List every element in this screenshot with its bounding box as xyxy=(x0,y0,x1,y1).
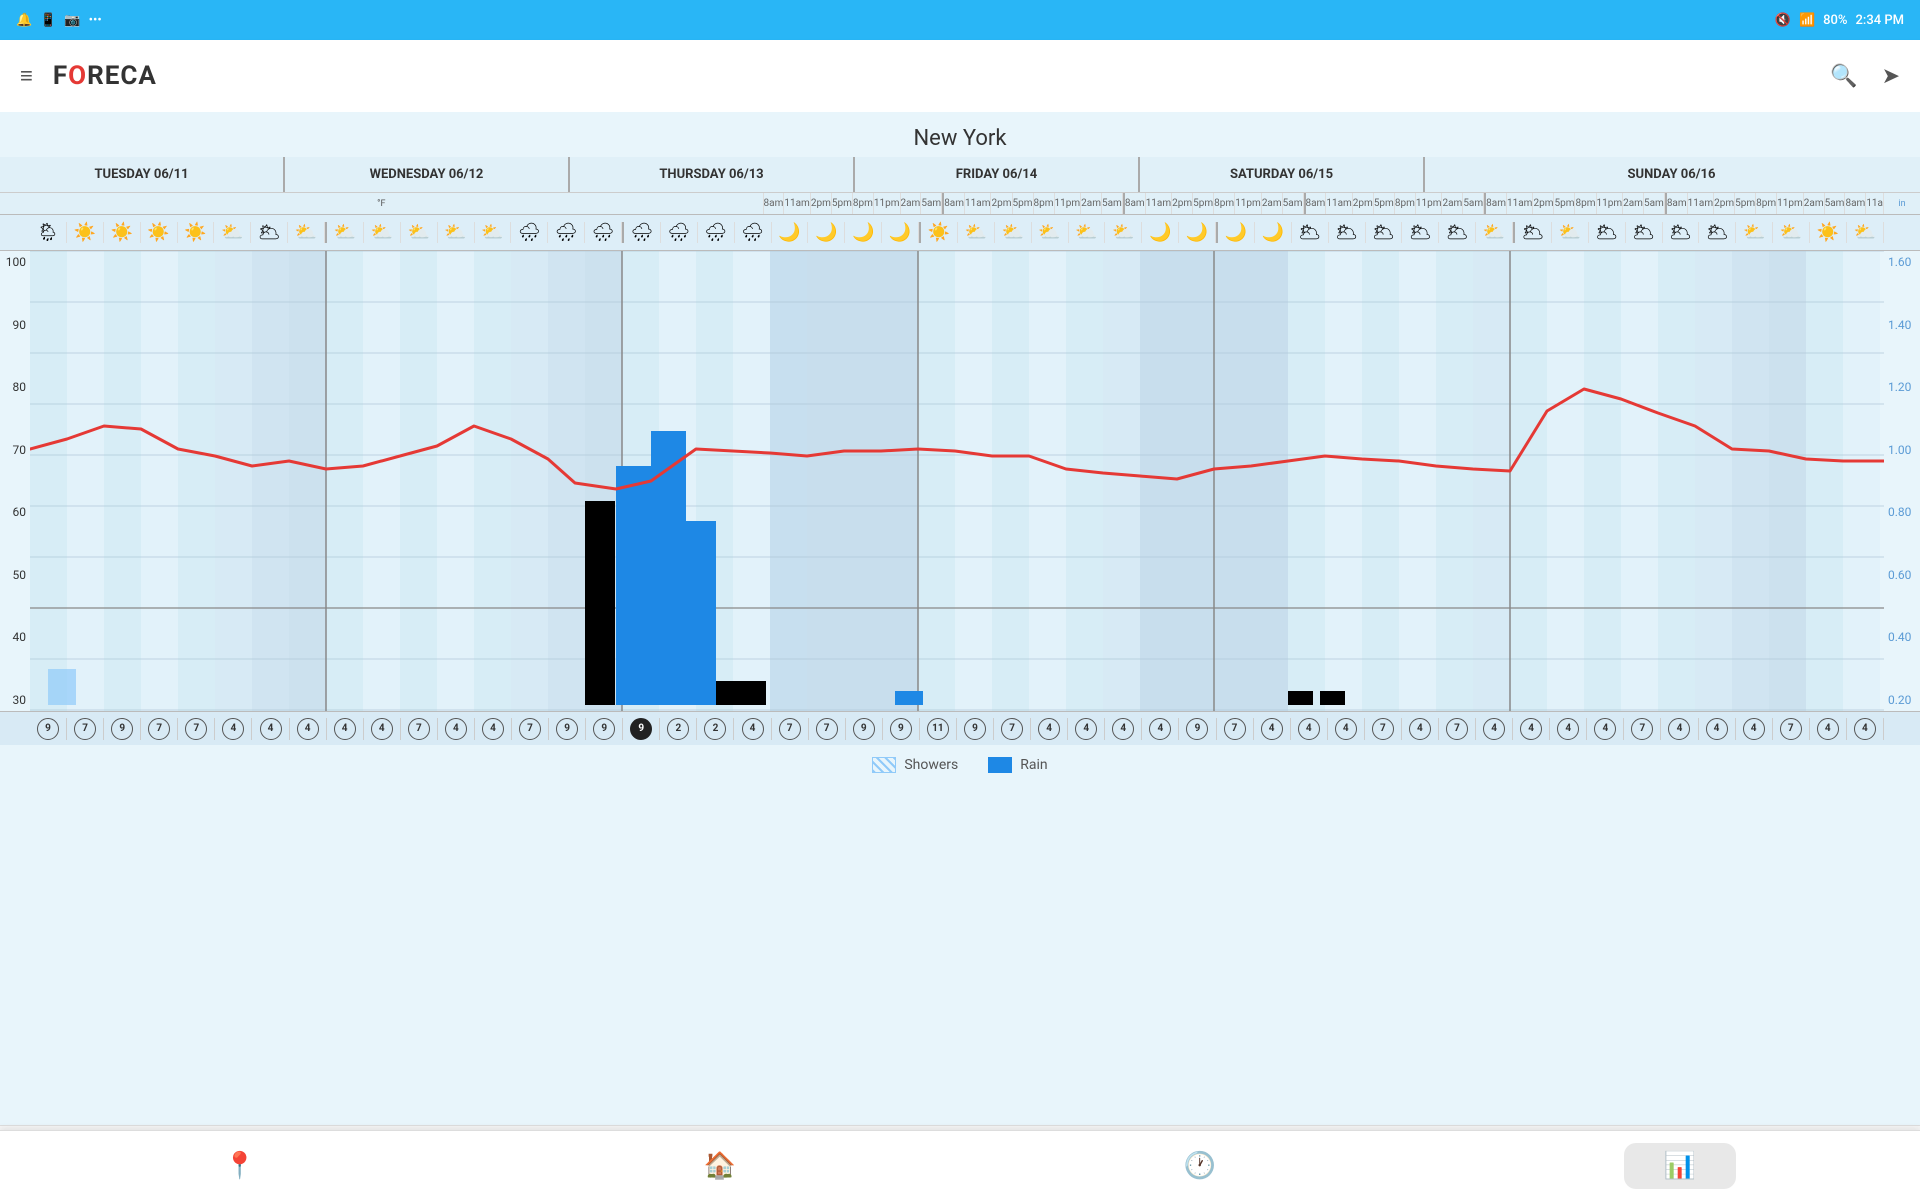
rain-label: Rain xyxy=(1020,757,1047,773)
mute-icon: 🔇 xyxy=(1775,13,1791,28)
day-tuesday: TUESDAY 06/11 xyxy=(0,157,285,192)
screen-icon: 📱 xyxy=(40,13,56,28)
rain-icon xyxy=(988,757,1012,773)
nav-home[interactable]: 🏠 xyxy=(664,1143,776,1189)
y-axis-right: 1.60 1.40 1.20 1.00 0.80 0.60 0.40 0.20 xyxy=(1884,251,1920,711)
nav-bar-right: 🔍 ➤ xyxy=(1830,64,1900,89)
camera-icon: 📷 xyxy=(64,13,80,28)
location-icon: 📍 xyxy=(224,1151,256,1181)
chart-icon: 📊 xyxy=(1664,1151,1696,1181)
nav-chart[interactable]: 📊 xyxy=(1624,1143,1736,1189)
showers-icon xyxy=(872,757,896,773)
status-bar-right: 🔇 📶 80% 2:34 PM xyxy=(1775,13,1904,28)
more-icon: ••• xyxy=(89,13,102,28)
app-logo: FORECA xyxy=(53,61,157,91)
nav-location[interactable]: 📍 xyxy=(184,1143,296,1189)
y-axis-left: 100 90 80 70 60 50 40 30 xyxy=(0,251,30,711)
showers-label: Showers xyxy=(904,757,958,773)
day-sunday: SUNDAY 06/16 xyxy=(1425,157,1918,192)
location-arrow-icon[interactable]: ➤ xyxy=(1882,64,1900,89)
menu-icon[interactable]: ≡ xyxy=(20,63,33,89)
numbers-row: 9 7 9 7 7 4 4 4 4 4 7 4 4 7 9 9 9 xyxy=(0,711,1920,745)
status-bar: 🔔 📱 📷 ••• 🔇 📶 80% 2:34 PM xyxy=(0,0,1920,40)
status-bar-left: 🔔 📱 📷 ••• xyxy=(16,13,102,28)
icons-row: 🌦☀️☀️☀️☀️⛅🌥⛅ ⛅⛅⛅⛅⛅🌧🌧🌧 🌧🌧🌧🌧🌙🌙🌙🌙 ☀️⛅⛅⛅⛅⛅🌙🌙… xyxy=(0,215,1920,251)
home-icon: 🏠 xyxy=(704,1151,736,1181)
chart-wrapper[interactable]: TUESDAY 06/11 WEDNESDAY 06/12 THURSDAY 0… xyxy=(0,157,1920,1125)
time-label: 2:34 PM xyxy=(1856,13,1905,28)
legend-rain: Rain xyxy=(988,757,1047,773)
history-icon: 🕐 xyxy=(1184,1151,1216,1181)
graph-section: 100 90 80 70 60 50 40 30 xyxy=(0,251,1920,711)
chart-area xyxy=(30,251,1884,711)
time-row: °F 8am11am2pm5pm8pm11pm2am5am 8am11am2pm… xyxy=(0,193,1920,215)
day-saturday: SATURDAY 06/15 xyxy=(1140,157,1425,192)
nav-bar: ≡ FORECA 🔍 ➤ xyxy=(0,40,1920,112)
search-icon[interactable]: 🔍 xyxy=(1830,64,1857,89)
day-headers: TUESDAY 06/11 WEDNESDAY 06/12 THURSDAY 0… xyxy=(0,157,1920,193)
legend: Showers Rain xyxy=(0,745,1920,785)
day-friday: FRIDAY 06/14 xyxy=(855,157,1140,192)
main-content: New York TUESDAY 06/11 WEDNESDAY 06/12 T… xyxy=(0,112,1920,1130)
legend-showers: Showers xyxy=(872,757,958,773)
nav-history[interactable]: 🕐 xyxy=(1144,1143,1256,1189)
city-title: New York xyxy=(0,112,1920,157)
day-thursday: THURSDAY 06/13 xyxy=(570,157,855,192)
bottom-nav: 📍 🏠 🕐 📊 xyxy=(0,1130,1920,1200)
wifi-icon: 📶 xyxy=(1799,13,1815,28)
chart-svg xyxy=(30,251,1884,711)
battery-label: 80% xyxy=(1823,13,1847,28)
day-wednesday: WEDNESDAY 06/12 xyxy=(285,157,570,192)
notification-icon: 🔔 xyxy=(16,13,32,28)
